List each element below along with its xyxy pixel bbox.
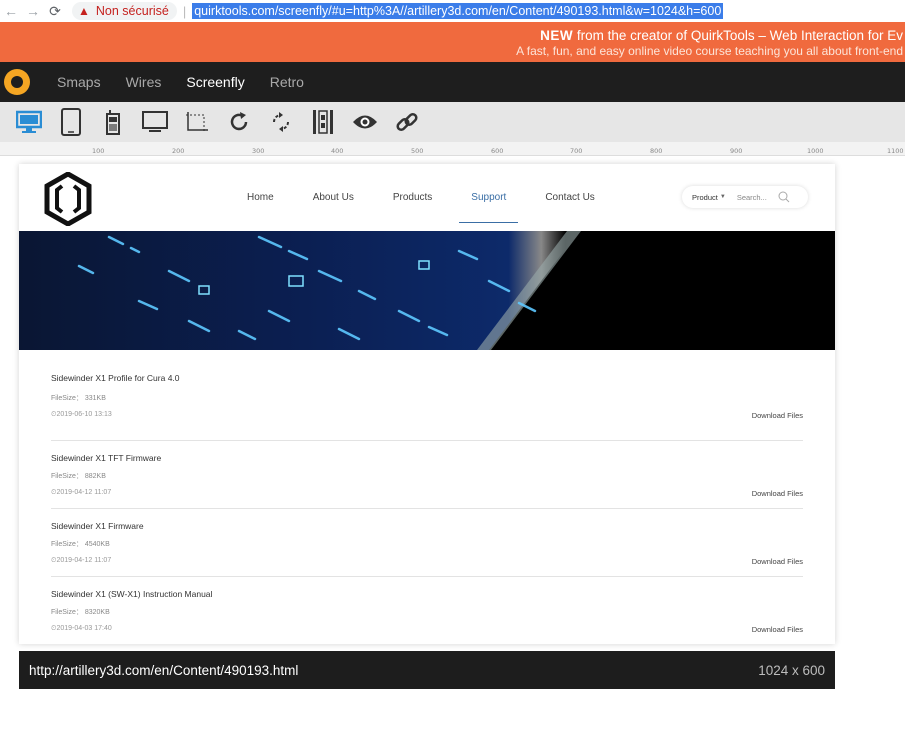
promo-line-2: A fast, fun, and easy online video cours… xyxy=(516,44,903,58)
tv-icon[interactable] xyxy=(140,107,170,137)
ruler-tick: 600 xyxy=(491,147,504,155)
nav-smaps[interactable]: Smaps xyxy=(57,74,101,90)
arrow-left-icon[interactable]: ← xyxy=(0,3,22,19)
ruler-tick: 1100 xyxy=(887,147,904,155)
reload-icon[interactable]: ⟳ xyxy=(44,3,66,20)
promo-new-label: NEW xyxy=(540,28,574,43)
ruler-top: 100 200 300 400 500 600 700 800 900 1000… xyxy=(0,142,905,156)
file-size: FileSize： 331KB xyxy=(51,395,106,402)
mobile-icon[interactable] xyxy=(98,107,128,137)
nav-screenfly[interactable]: Screenfly xyxy=(186,74,244,90)
artillery-logo-icon[interactable] xyxy=(43,172,93,226)
ruler-tick: 100 xyxy=(0,242,1,254)
rotate-icon[interactable] xyxy=(224,107,254,137)
file-title[interactable]: Sidewinder X1 (SW-X1) Instruction Manual xyxy=(51,589,212,599)
ruler-tick: 200 xyxy=(172,147,185,155)
file-title[interactable]: Sidewinder X1 Profile for Cura 4.0 xyxy=(51,373,180,383)
ruler-left: 100 200 300 400 500 600 700 xyxy=(0,156,14,750)
download-files-link[interactable]: Download Files xyxy=(752,625,803,634)
site-preview-frame[interactable]: Home About Us Products Support Contact U… xyxy=(19,164,835,644)
download-files-link[interactable]: Download Files xyxy=(752,557,803,566)
menu-products[interactable]: Products xyxy=(393,164,432,231)
download-files-link[interactable]: Download Files xyxy=(752,489,803,498)
menu-home[interactable]: Home xyxy=(247,164,274,231)
tablet-icon[interactable] xyxy=(56,107,86,137)
ruler-tick: 700 xyxy=(570,147,583,155)
site-search-box[interactable]: Product ▼ Search... xyxy=(682,186,808,208)
file-size: FileSize： 882KB xyxy=(51,473,106,480)
ruler-tick: 800 xyxy=(650,147,663,155)
site-header: Home About Us Products Support Contact U… xyxy=(19,164,835,231)
download-files-link[interactable]: Download Files xyxy=(752,411,803,420)
search-category-select[interactable]: Product xyxy=(692,193,718,202)
site-menu: Home About Us Products Support Contact U… xyxy=(247,164,634,231)
ruler-tick: 400 xyxy=(0,478,1,490)
view-icon[interactable] xyxy=(350,107,380,137)
refresh-icon[interactable] xyxy=(266,107,296,137)
ruler-tick: 200 xyxy=(0,320,1,332)
scroll-icon[interactable] xyxy=(308,107,338,137)
file-title[interactable]: Sidewinder X1 Firmware xyxy=(51,521,144,531)
ruler-tick: 300 xyxy=(252,147,265,155)
address-url[interactable]: quirktools.com/screenfly/#u=http%3A//art… xyxy=(192,3,724,19)
list-item: Sidewinder X1 Profile for Cura 4.0 FileS… xyxy=(51,373,803,441)
link-icon[interactable] xyxy=(392,107,422,137)
preview-dimensions: 1024 x 600 xyxy=(758,662,825,678)
promo-banner[interactable]: NEW from the creator of QuirkTools – Web… xyxy=(0,22,905,62)
file-size: FileSize： 4540KB xyxy=(51,541,110,548)
file-title[interactable]: Sidewinder X1 TFT Firmware xyxy=(51,453,161,463)
file-size: FileSize： 8320KB xyxy=(51,609,110,616)
preview-url[interactable]: http://artillery3d.com/en/Content/490193… xyxy=(29,663,298,678)
desktop-icon[interactable] xyxy=(14,107,44,137)
file-date: ⏲2019-04-12 11:07 xyxy=(51,557,112,564)
ruler-tick: 600 xyxy=(0,636,1,648)
promo-line-1: NEW from the creator of QuirkTools – Web… xyxy=(0,22,903,43)
address-separator: | xyxy=(182,3,187,19)
arrow-right-icon[interactable]: → xyxy=(22,3,44,19)
promo-line-1-text: from the creator of QuirkTools – Web Int… xyxy=(573,28,903,43)
nav-retro[interactable]: Retro xyxy=(270,74,304,90)
nav-wires[interactable]: Wires xyxy=(126,74,162,90)
download-list: Sidewinder X1 Profile for Cura 4.0 FileS… xyxy=(51,373,803,644)
security-indicator[interactable]: ▲ Non sécurisé xyxy=(72,2,177,20)
ruler-tick: 1000 xyxy=(807,147,824,155)
device-toolbar xyxy=(0,102,905,142)
list-item: Sidewinder X1 TFT Firmware FileSize： 882… xyxy=(51,441,803,509)
preview-status-bar: http://artillery3d.com/en/Content/490193… xyxy=(19,651,835,689)
ruler-tick: 400 xyxy=(331,147,344,155)
ruler-tick: 900 xyxy=(730,147,743,155)
search-input[interactable]: Search... xyxy=(737,193,767,202)
list-item: Sidewinder X1 Firmware FileSize： 4540KB … xyxy=(51,509,803,577)
list-item: Sidewinder X1 (SW-X1) Instruction Manual… xyxy=(51,577,803,644)
quirktools-nav: Smaps Wires Screenfly Retro xyxy=(0,62,905,102)
ruler-tick: 500 xyxy=(0,557,1,569)
menu-about-us[interactable]: About Us xyxy=(313,164,354,231)
caret-down-icon: ▼ xyxy=(719,194,726,200)
security-label: Non sécurisé xyxy=(95,4,169,18)
file-date: ⏲2019-04-12 11:07 xyxy=(51,489,112,496)
ruler-tick: 500 xyxy=(411,147,424,155)
custom-size-icon[interactable] xyxy=(182,107,212,137)
ruler-tick: 700 xyxy=(0,715,1,727)
ruler-tick: 100 xyxy=(92,147,105,155)
quirktools-logo-icon[interactable] xyxy=(4,69,30,95)
menu-support[interactable]: Support xyxy=(459,164,519,231)
menu-contact-us[interactable]: Contact Us xyxy=(545,164,594,231)
warning-icon: ▲ xyxy=(78,4,90,18)
ruler-tick: 300 xyxy=(0,399,1,411)
search-icon[interactable] xyxy=(778,191,790,203)
browser-address-bar: ← → ⟳ ▲ Non sécurisé | quirktools.com/sc… xyxy=(0,0,905,22)
file-date: ⏲2019-04-03 17:40 xyxy=(51,625,112,632)
file-date: ⏲2019-06-10 13:13 xyxy=(51,411,112,418)
hero-banner-image xyxy=(19,231,835,350)
